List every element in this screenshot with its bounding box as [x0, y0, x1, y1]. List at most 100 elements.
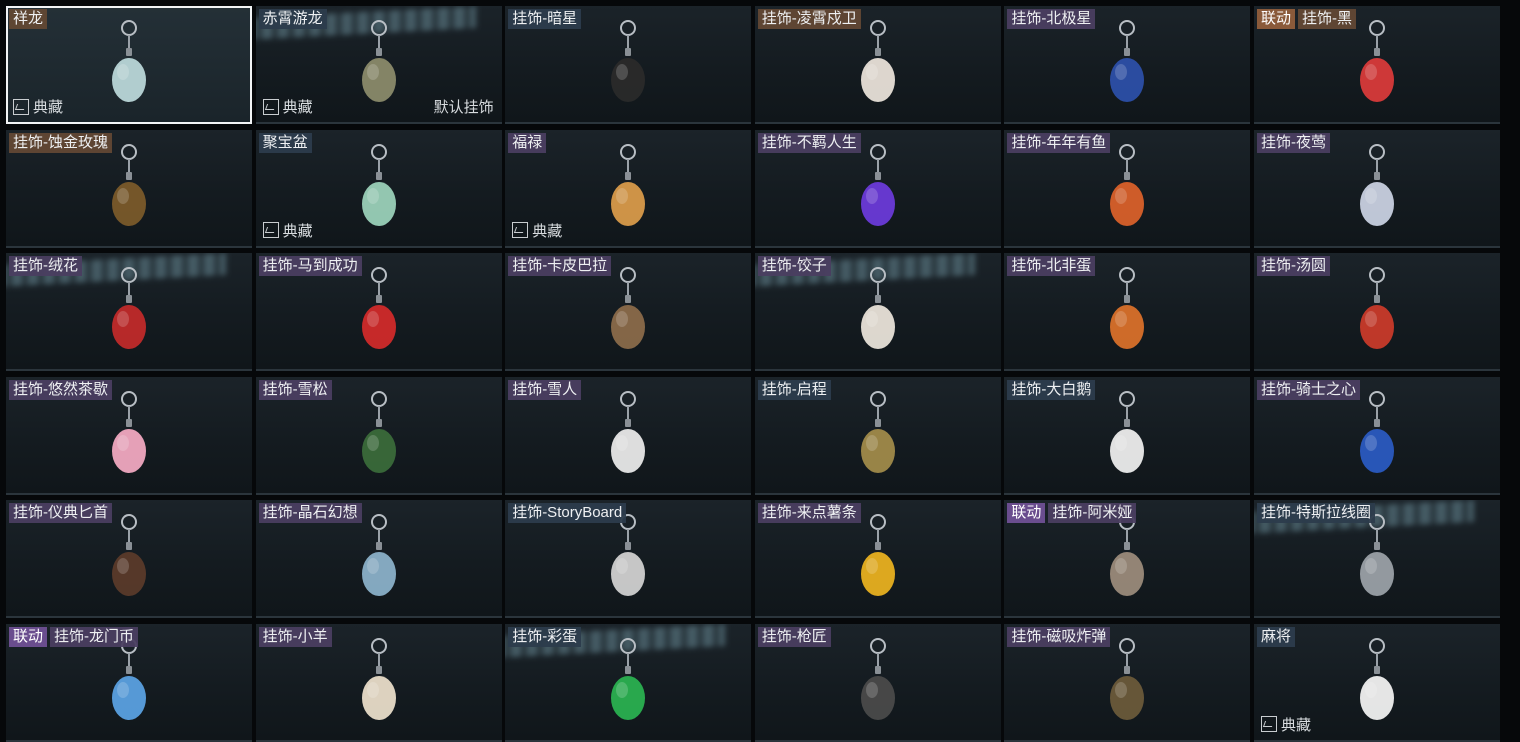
charm-name: 福禄 [508, 132, 547, 153]
charm-name: 挂饰-来点薯条 [757, 503, 861, 523]
charm-name: 祥龙 [9, 9, 48, 29]
name-tags: 挂饰-绒花 [9, 256, 82, 276]
charm-card[interactable]: 挂饰-卡皮巴拉 [505, 253, 752, 371]
charm-name: 挂饰-年年有鱼 [1007, 132, 1111, 153]
charm-card[interactable]: 挂饰-饺子 [754, 253, 1001, 371]
shakshuka-charm-icon [1097, 265, 1157, 361]
name-tags: 挂饰-暗星 [508, 9, 582, 29]
charm-name: 赤霄游龙 [258, 9, 327, 29]
charm-card[interactable]: 挂饰-晶石幻想 [255, 500, 502, 618]
charm-card[interactable]: 挂饰-北极星 [1004, 6, 1251, 124]
collection-text: 典藏 [282, 99, 313, 116]
gunsmith-crate-charm-icon [848, 636, 908, 732]
name-tags: 挂饰-饺子 [757, 256, 831, 276]
name-tags: 挂饰-北极星 [1007, 9, 1096, 29]
charm-name: 挂饰-北极星 [1007, 9, 1096, 29]
name-tags: 挂饰-来点薯条 [757, 503, 861, 523]
charm-card[interactable]: 挂饰-启程 [754, 376, 1001, 495]
charm-name: 挂饰-不羁人生 [757, 132, 861, 153]
charm-name: 聚宝盆 [258, 132, 312, 153]
dragon-figure-charm-icon [349, 18, 409, 114]
charm-card[interactable]: 祥龙典藏 [6, 6, 252, 124]
charm-card[interactable]: 挂饰-悠然茶歇 [6, 376, 252, 495]
name-tags: 挂饰-卡皮巴拉 [508, 256, 612, 276]
name-tags: 挂饰-枪匠 [757, 626, 831, 647]
rice-ball-charm-icon [1347, 265, 1407, 361]
charm-card[interactable]: 挂饰-暗星 [505, 6, 752, 124]
charm-card[interactable]: 挂饰-骑士之心 [1253, 376, 1500, 495]
name-tags: 聚宝盆 [258, 132, 312, 153]
knight-shield-charm-icon [1347, 389, 1407, 485]
charm-card[interactable]: 挂饰-绒花 [6, 253, 252, 371]
lamb-charm-icon [349, 636, 409, 732]
charm-card[interactable]: 挂饰-马到成功 [255, 253, 502, 371]
charm-card[interactable]: 挂饰-年年有鱼 [1004, 129, 1251, 248]
collection-icon [262, 98, 279, 115]
charm-card[interactable]: 挂饰-枪匠 [754, 623, 1001, 742]
name-tags: 挂饰-悠然茶歇 [9, 379, 112, 400]
dagger-charm-icon [99, 512, 159, 608]
charm-name: 挂饰-骑士之心 [1256, 379, 1360, 400]
charm-card[interactable]: 联动 挂饰-阿米娅 [1004, 500, 1251, 618]
charm-name: 挂饰-小羊 [258, 626, 332, 647]
name-tags: 挂饰-晶石幻想 [258, 503, 362, 523]
charm-card[interactable]: 挂饰-磁吸炸弹 [1004, 623, 1251, 742]
collab-badge: 联动 [1256, 9, 1295, 29]
collab-badge: 联动 [1007, 503, 1046, 523]
charm-card[interactable]: 联动 挂饰-黑 [1253, 6, 1500, 124]
charm-card[interactable]: 福禄典藏 [505, 129, 752, 248]
name-tags: 挂饰-骑士之心 [1256, 379, 1360, 400]
charm-card[interactable]: 挂饰-凌霄戍卫 [754, 6, 1001, 124]
charm-name: 挂饰-北非蛋 [1007, 256, 1096, 276]
collection-text: 典藏 [33, 99, 64, 116]
charm-name: 挂饰-彩蛋 [508, 626, 582, 647]
name-tags: 挂饰-特斯拉线圈 [1256, 503, 1375, 523]
amiya-charm-icon [1097, 512, 1157, 608]
charm-name: 挂饰-黑 [1297, 9, 1356, 29]
collection-text: 典藏 [532, 222, 563, 240]
charm-card[interactable]: 麻将典藏 [1253, 623, 1500, 742]
cupcake-charm-icon [99, 389, 159, 485]
mahjong-charm-icon [1347, 636, 1407, 732]
dark-star-charm-icon [598, 18, 658, 114]
name-tags: 挂饰-雪松 [258, 379, 332, 400]
charm-card[interactable]: 挂饰-蚀金玫瑰 [6, 129, 252, 248]
name-tags: 联动 挂饰-黑 [1256, 9, 1356, 29]
charm-card[interactable]: 挂饰-雪松 [255, 376, 502, 495]
dragon-charm-icon [99, 18, 159, 114]
charm-card[interactable]: 赤霄游龙 典藏 默认挂饰 [255, 6, 502, 124]
name-tags: 挂饰-小羊 [258, 626, 332, 647]
charm-card[interactable]: 挂饰-来点薯条 [754, 500, 1001, 618]
capybara-charm-icon [598, 265, 658, 361]
name-tags: 挂饰-汤圆 [1256, 256, 1330, 276]
charm-card[interactable]: 挂饰-北非蛋 [1004, 253, 1251, 371]
charm-card[interactable]: 挂饰-大白鹅 [1004, 376, 1251, 495]
charm-card[interactable]: 挂饰-不羁人生 [754, 129, 1001, 248]
name-tags: 祥龙 [9, 9, 48, 29]
charm-card[interactable]: 挂饰-汤圆 [1253, 253, 1500, 371]
sneaker-charm-icon [848, 142, 908, 238]
charm-card[interactable]: 挂饰-特斯拉线圈 [1253, 500, 1500, 618]
pine-tree-charm-icon [349, 389, 409, 485]
charm-card[interactable]: 挂饰-StoryBoard [505, 500, 752, 618]
charm-card[interactable]: 联动 挂饰-龙门币 [6, 623, 252, 742]
charm-card[interactable]: 挂饰-小羊 [255, 623, 502, 742]
snowman-charm-icon [598, 389, 658, 485]
charm-name: 麻将 [1256, 626, 1295, 647]
name-tags: 联动 挂饰-龙门币 [9, 626, 139, 647]
badge-charm-icon [848, 389, 908, 485]
name-tags: 挂饰-雪人 [508, 379, 582, 400]
name-tags: 挂饰-北非蛋 [1007, 256, 1096, 276]
collection-label: 典藏 [262, 96, 313, 117]
collection-icon [262, 222, 279, 238]
charm-card[interactable]: 挂饰-夜莺 [1253, 129, 1500, 248]
charm-card[interactable]: 聚宝盆 典藏 [255, 129, 502, 248]
scrollbar-track[interactable] [1504, 0, 1520, 738]
charm-card[interactable]: 挂饰-雪人 [505, 376, 752, 495]
name-tags: 挂饰-不羁人生 [757, 132, 861, 153]
charm-card[interactable]: 挂饰-仪典匕首 [6, 500, 252, 618]
collection-label: 典藏 [13, 96, 63, 117]
charm-card[interactable]: 挂饰-彩蛋 [505, 623, 752, 742]
collection-text: 典藏 [1280, 716, 1311, 734]
charm-name: 挂饰-StoryBoard [508, 503, 627, 523]
